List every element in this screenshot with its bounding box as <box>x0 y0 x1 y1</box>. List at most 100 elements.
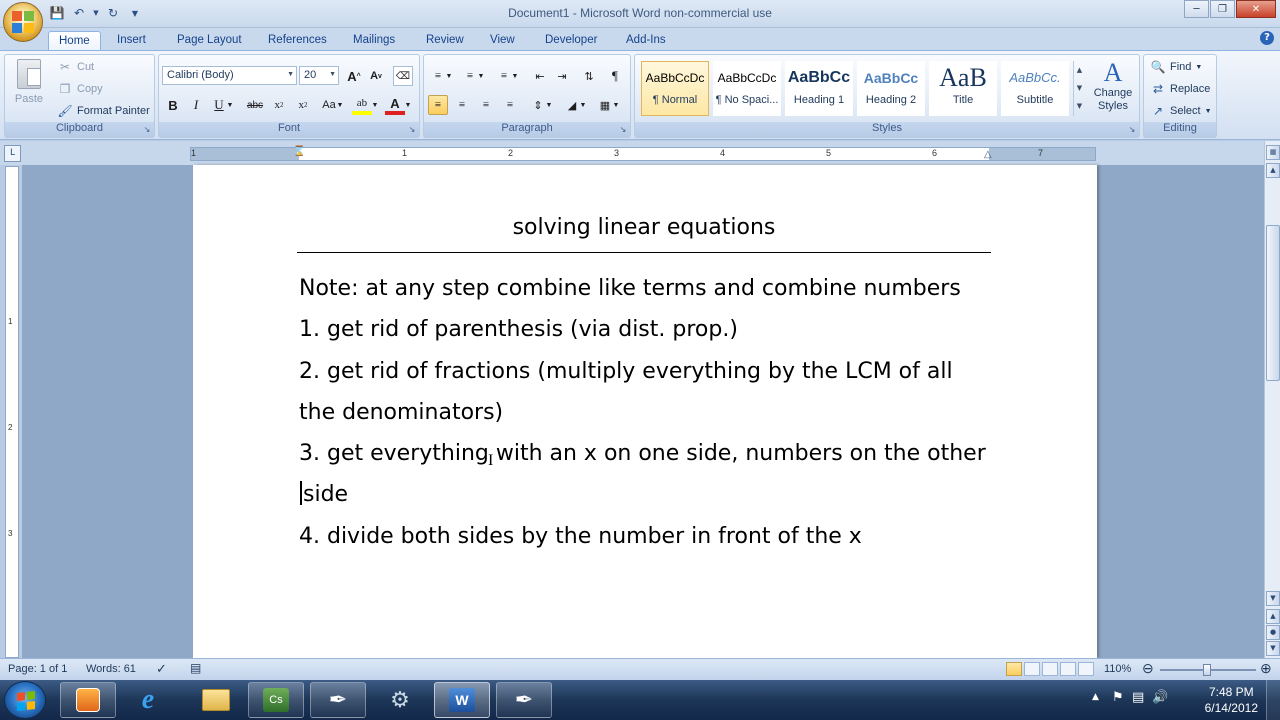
style-heading-2[interactable]: AaBbCc Heading 2 <box>857 61 925 116</box>
tab-home[interactable]: Home <box>48 31 101 50</box>
tab-developer[interactable]: Developer <box>535 31 607 50</box>
clipboard-launcher-icon[interactable]: ↘ <box>142 125 152 135</box>
full-screen-reading-view-icon[interactable] <box>1024 662 1040 676</box>
cut-button[interactable]: ✂ Cut <box>57 59 94 75</box>
minimize-button[interactable]: ─ <box>1184 0 1209 18</box>
scroll-down-button[interactable]: ▼ <box>1266 591 1280 606</box>
align-right-icon[interactable]: ≡ <box>476 95 496 115</box>
tab-add-ins[interactable]: Add-Ins <box>616 31 676 50</box>
replace-button[interactable]: ⇄ Replace <box>1150 81 1210 97</box>
scroll-thumb[interactable] <box>1266 225 1280 381</box>
format-painter-button[interactable]: 🖌 Format Painter <box>57 103 149 119</box>
style-heading-1[interactable]: AaBbCc Heading 1 <box>785 61 853 116</box>
web-layout-view-icon[interactable] <box>1042 662 1058 676</box>
multilevel-dropdown-icon[interactable]: ▼ <box>510 66 520 86</box>
help-icon[interactable]: ? <box>1260 31 1274 45</box>
font-name-box[interactable]: Calibri (Body) ▼ <box>162 66 297 85</box>
network-icon[interactable]: ▤ <box>1132 690 1144 705</box>
style-title[interactable]: AaB Title <box>929 61 997 116</box>
word-count[interactable]: Words: 61 <box>86 663 136 675</box>
previous-page-button[interactable]: ▲ <box>1266 609 1280 624</box>
align-center-icon[interactable]: ≡ <box>452 95 472 115</box>
styles-scroll[interactable]: ▲ ▼ ▼ <box>1073 61 1085 116</box>
pen-app-2-taskbar-button[interactable]: ✒ <box>496 682 552 718</box>
font-launcher-icon[interactable]: ↘ <box>407 125 417 135</box>
clear-formatting-icon[interactable]: ⌫ <box>393 66 413 86</box>
media-player-taskbar-button[interactable] <box>60 682 116 718</box>
superscript-icon[interactable]: x2 <box>293 95 313 115</box>
shrink-font-icon[interactable]: Av <box>366 66 386 86</box>
numbering-dropdown-icon[interactable]: ▼ <box>476 66 486 86</box>
increase-indent-icon[interactable]: ⇥ <box>552 66 572 86</box>
zoom-in-icon[interactable]: ⊕ <box>1260 660 1272 677</box>
styles-launcher-icon[interactable]: ↘ <box>1127 125 1137 135</box>
vertical-scrollbar[interactable]: ▦ ▲ ▼ ▲ ● ▼ <box>1264 141 1280 658</box>
action-center-icon[interactable]: ⚑ <box>1112 690 1124 705</box>
close-button[interactable]: ✕ <box>1236 0 1276 18</box>
scroll-up-button[interactable]: ▲ <box>1266 163 1280 178</box>
tab-references[interactable]: References <box>258 31 337 50</box>
align-left-icon[interactable]: ≡ <box>428 95 448 115</box>
paste-button[interactable]: Paste <box>11 59 47 117</box>
next-page-button[interactable]: ▼ <box>1266 641 1280 656</box>
right-indent-marker[interactable]: △ <box>984 149 992 160</box>
browse-object-button[interactable]: ● <box>1266 625 1280 640</box>
document-page[interactable]: solving linear equations Note: at any st… <box>193 165 1097 658</box>
paragraph-launcher-icon[interactable]: ↘ <box>618 125 628 135</box>
zoom-slider-thumb[interactable] <box>1203 664 1211 676</box>
font-color-dropdown-icon[interactable]: ▼ <box>403 95 413 115</box>
tab-mailings[interactable]: Mailings <box>343 31 405 50</box>
underline-dropdown-icon[interactable]: ▼ <box>225 95 235 115</box>
first-line-indent-marker[interactable]: ⌛ <box>293 146 305 157</box>
draft-view-icon[interactable] <box>1078 662 1094 676</box>
ruler-toggle-icon[interactable]: ▦ <box>1266 145 1280 160</box>
copy-button[interactable]: ❐ Copy <box>57 81 103 97</box>
camtasia-taskbar-button[interactable]: Cs <box>248 682 304 718</box>
show-hidden-icons-icon[interactable]: ▲ <box>1092 692 1099 702</box>
font-size-box[interactable]: 20 ▼ <box>299 66 339 85</box>
proofing-icon[interactable]: ✓ <box>156 661 167 677</box>
show-desktop-button[interactable] <box>1266 680 1280 720</box>
italic-icon[interactable]: I <box>186 95 206 115</box>
document-body[interactable]: Note: at any step combine like terms and… <box>299 268 989 557</box>
sort-icon[interactable]: ⇅ <box>579 66 599 86</box>
explorer-taskbar-button[interactable] <box>188 682 244 718</box>
style-normal[interactable]: AaBbCcDc ¶ Normal <box>641 61 709 116</box>
restore-button[interactable]: ❐ <box>1210 0 1235 18</box>
highlight-dropdown-icon[interactable]: ▼ <box>370 95 380 115</box>
clock[interactable]: 7:48 PM 6/14/2012 <box>1205 684 1258 716</box>
bold-icon[interactable]: B <box>163 95 183 115</box>
office-button[interactable] <box>3 2 43 42</box>
outline-view-icon[interactable] <box>1060 662 1076 676</box>
font-color-icon[interactable]: A <box>385 95 405 115</box>
start-button[interactable] <box>4 681 46 719</box>
style-subtitle[interactable]: AaBbCc. Subtitle <box>1001 61 1069 116</box>
zoom-out-icon[interactable]: ⊖ <box>1142 660 1154 677</box>
shading-dropdown-icon[interactable]: ▼ <box>578 95 588 115</box>
change-styles-button[interactable]: A Change Styles <box>1089 59 1137 113</box>
find-button[interactable]: 🔍 Find ▼ <box>1150 59 1203 75</box>
print-layout-view-icon[interactable] <box>1006 662 1022 676</box>
line-spacing-dropdown-icon[interactable]: ▼ <box>544 95 554 115</box>
word-taskbar-button[interactable]: W <box>434 682 490 718</box>
volume-icon[interactable]: 🔊 <box>1152 690 1168 705</box>
pen-app-taskbar-button[interactable]: ✒ <box>310 682 366 718</box>
tab-page-layout[interactable]: Page Layout <box>167 31 252 50</box>
subscript-icon[interactable]: x2 <box>269 95 289 115</box>
grow-font-icon[interactable]: A ^ <box>344 66 364 86</box>
zoom-level[interactable]: 110% <box>1104 663 1131 675</box>
tab-view[interactable]: View <box>480 31 525 50</box>
tools-taskbar-button[interactable]: ⚙ <box>372 682 428 718</box>
internet-explorer-taskbar-button[interactable]: e <box>120 682 176 718</box>
macro-record-icon[interactable]: ▤ <box>190 661 201 675</box>
show-marks-icon[interactable]: ¶ <box>605 66 625 86</box>
tab-selector[interactable]: L <box>4 145 21 162</box>
horizontal-ruler[interactable]: 1 1 2 3 4 5 6 7 ⌛ △ <box>190 146 1096 161</box>
strikethrough-icon[interactable]: abc <box>245 95 265 115</box>
change-case-dropdown-icon[interactable]: ▼ <box>335 95 345 115</box>
bullets-dropdown-icon[interactable]: ▼ <box>444 66 454 86</box>
tab-review[interactable]: Review <box>416 31 474 50</box>
decrease-indent-icon[interactable]: ⇤ <box>530 66 550 86</box>
justify-icon[interactable]: ≡ <box>500 95 520 115</box>
select-button[interactable]: ↗ Select ▼ <box>1150 103 1212 119</box>
